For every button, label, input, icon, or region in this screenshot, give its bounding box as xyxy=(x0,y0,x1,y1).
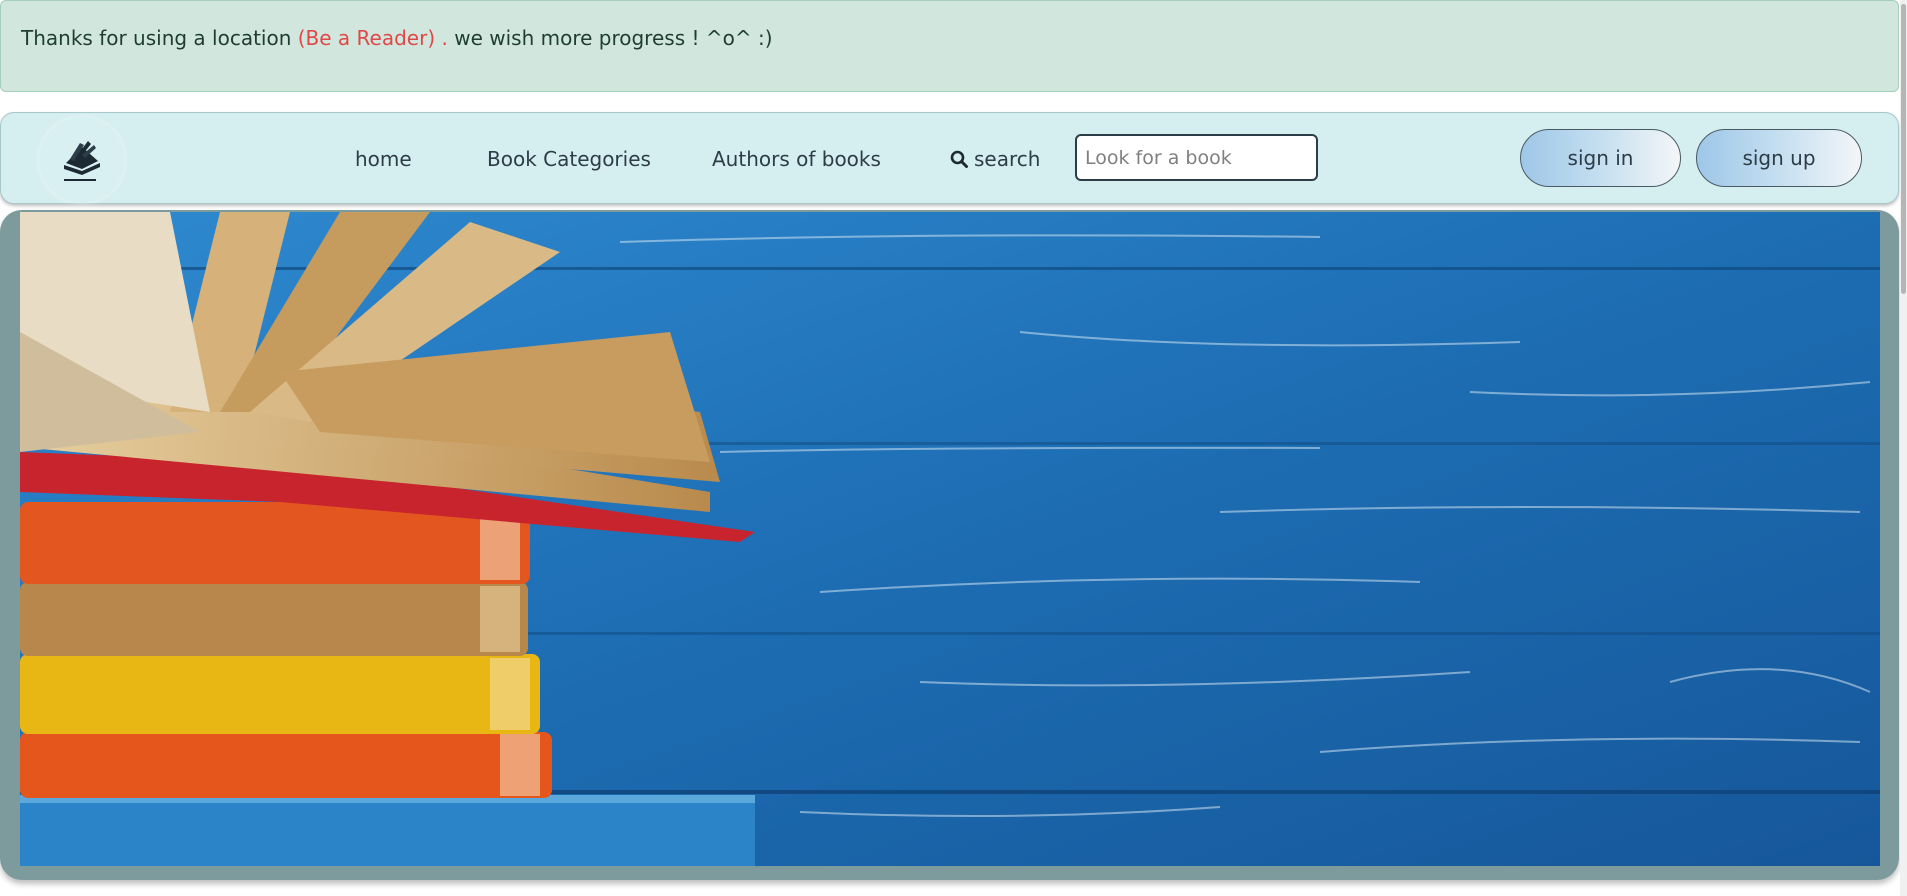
page: Thanks for using a location (Be a Reader… xyxy=(0,0,1907,896)
search-icon xyxy=(950,150,968,168)
site-logo[interactable] xyxy=(39,117,125,203)
nav-search[interactable]: search xyxy=(950,146,1040,172)
sign-up-button[interactable]: sign up xyxy=(1696,129,1862,187)
alert-text-end: we wish more progress ! ^o^ :) xyxy=(454,26,773,50)
welcome-alert: Thanks for using a location (Be a Reader… xyxy=(0,0,1899,92)
alert-highlight: (Be a Reader) . xyxy=(297,26,448,50)
nav-home[interactable]: home xyxy=(355,146,412,172)
book-search-input[interactable] xyxy=(1075,134,1318,181)
books-on-wood-image xyxy=(20,212,1880,866)
alert-text-start: Thanks for using a location xyxy=(21,26,292,50)
nav-search-label: search xyxy=(974,147,1041,171)
hero-banner xyxy=(0,210,1899,880)
nav-book-categories[interactable]: Book Categories xyxy=(487,146,651,172)
navbar: home Book Categories Authors of books se… xyxy=(0,112,1899,204)
hero-image xyxy=(20,212,1880,866)
nav-authors[interactable]: Authors of books xyxy=(712,146,881,172)
book-reader-icon xyxy=(64,141,100,181)
scrollbar-thumb[interactable] xyxy=(1901,4,1906,294)
sign-in-button[interactable]: sign in xyxy=(1520,129,1681,187)
